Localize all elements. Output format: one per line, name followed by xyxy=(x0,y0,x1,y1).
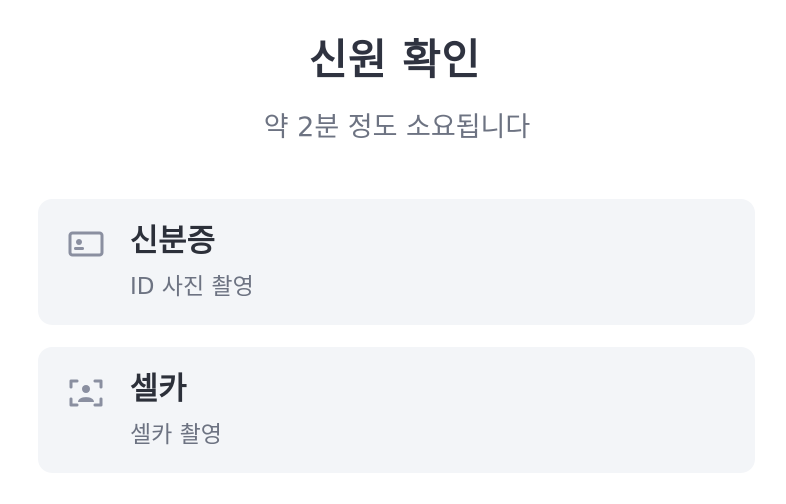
id-card-icon xyxy=(68,229,104,259)
id-card-option[interactable]: 신분증 ID 사진 촬영 xyxy=(38,199,755,325)
page-subtitle: 약 2분 정도 소요됩니다 xyxy=(263,112,531,143)
selfie-option[interactable]: 셀카 셀카 촬영 xyxy=(38,347,755,473)
face-scan-icon xyxy=(68,377,104,407)
id-card-option-description: ID 사진 촬영 xyxy=(130,274,254,300)
selfie-option-title: 셀카 xyxy=(130,371,188,407)
selfie-option-description: 셀카 촬영 xyxy=(130,422,222,448)
identity-verification-screen: 신원 확인 약 2분 정도 소요됩니다 신분증 ID 사진 촬영 셀카 셀카 촬… xyxy=(0,0,786,504)
page-title: 신원 확인 xyxy=(309,35,481,84)
id-card-option-title: 신분증 xyxy=(130,223,216,259)
